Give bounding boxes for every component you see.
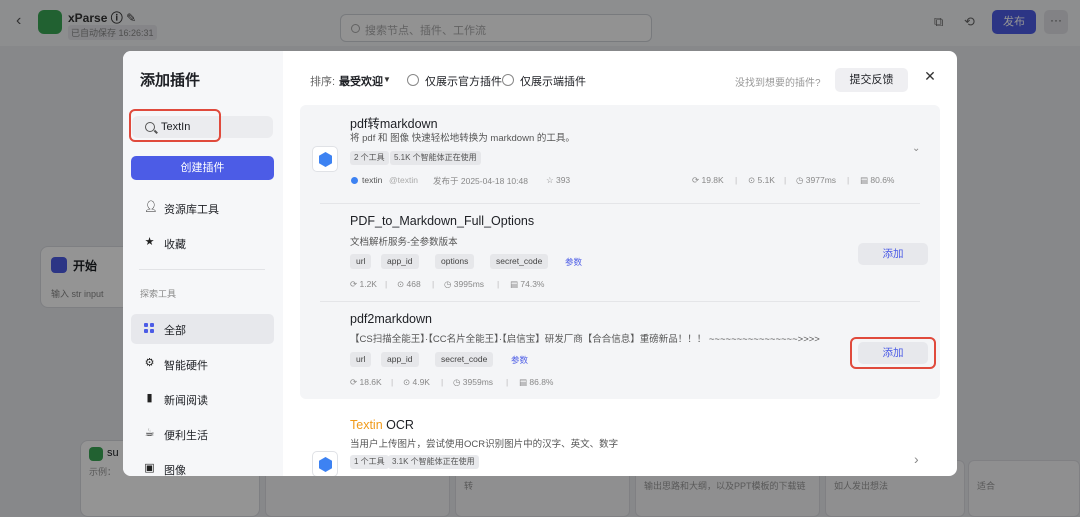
close-icon[interactable]: ✕ [922,68,938,84]
param-tag: url [350,254,372,269]
param-tag: url [350,352,372,367]
usage-tag: 5.1K 个智能体正在使用 [390,151,481,165]
sidebar-item-label: 全部 [164,325,186,337]
stat-separator: | [506,377,509,387]
param-tag: options [435,254,475,269]
official-only-radio[interactable] [407,74,419,86]
add-highlight-box [850,337,936,369]
sidebar-item-image[interactable]: ▣ 图像 [131,454,274,477]
grid-icon [144,323,155,334]
client-only-radio[interactable] [502,74,514,86]
sidebar-item-library[interactable]: 👤︎ 资源库工具 [131,193,274,223]
plugin-row-textin-ocr[interactable]: Textin OCR 当用户上传图片，尝试使用OCR识别图片中的汉字、英文、数字… [300,409,940,476]
official-only-label[interactable]: 仅展示官方插件 [425,73,502,89]
add-plugin-modal: 添加插件 创建插件 👤︎ 资源库工具 ★ 收藏 探索工具 全部 ⚙ 智能硬件 ▮… [123,51,957,476]
user-icon: 👤︎ [144,201,158,213]
feedback-button[interactable]: 提交反馈 [835,68,908,92]
stat-calls: ⟳ 19.8K [692,175,724,185]
stat-success-rate: ▤ 80.6% [860,175,895,185]
stat-latency: ◷ 3977ms [796,175,837,185]
add-button[interactable]: 添加 [858,243,928,265]
client-only-label[interactable]: 仅展示端插件 [520,73,586,89]
modal-main: 排序: 最受欢迎 ▼ 仅展示官方插件 仅展示端插件 没找到想要的插件? 提交反馈… [283,51,957,476]
plugin-row-pdf2markdown[interactable]: pdf2markdown 【CS扫描全能王】·【CC名片全能王】·【启信宝】研发… [300,301,940,399]
stat-success-rate: ▤ 74.3% [510,279,545,289]
plugin-name: pdf2markdown [350,312,432,326]
plugin-results: pdf转markdown 将 pdf 和 图像 快速轻松地转换为 markdow… [300,105,940,476]
param-tag: app_id [381,352,419,367]
stat-separator: | [735,175,738,185]
stat-separator: | [847,175,850,185]
image-icon: ▣ [144,462,155,474]
param-tag: secret_code [435,352,494,367]
plugin-row-pdf-to-markdown-full[interactable]: PDF_to_Markdown_Full_Options 文档解析服务-全参数版… [300,203,940,301]
stat-users: ⊙ 468 [397,279,421,289]
modal-sidebar: 添加插件 创建插件 👤︎ 资源库工具 ★ 收藏 探索工具 全部 ⚙ 智能硬件 ▮… [123,51,283,476]
param-tag: secret_code [490,254,549,269]
sidebar-item-label: 收藏 [164,239,186,251]
caret-down-icon[interactable]: ▼ [383,75,391,84]
plugin-desc: 将 pdf 和 图像 快速轻松地转换为 markdown 的工具。 [350,133,575,144]
create-plugin-button[interactable]: 创建插件 [131,156,274,180]
plugin-logo-icon [312,451,338,476]
stat-separator: | [391,377,394,387]
usage-tag: 3.1K 个智能体正在使用 [388,455,479,469]
stat-separator: | [441,377,444,387]
stat-latency: ◷ 3959ms [453,377,494,387]
sidebar-item-label: 便利生活 [164,430,208,442]
sidebar-item-news[interactable]: ▮ 新闻阅读 [131,384,274,414]
sort-label: 排序: [310,76,336,88]
plugin-desc: 【CS扫描全能王】·【CC名片全能王】·【启信宝】研发厂商【合合信息】重磅新品！… [350,334,820,345]
stat-calls: ⟳ 18.6K [350,377,382,387]
sidebar-divider [139,269,265,270]
star-count[interactable]: ☆ 393 [546,175,570,186]
not-found-text: 没找到想要的插件? [735,78,821,89]
stat-separator: | [784,175,787,185]
modal-title: 添加插件 [140,72,201,89]
stat-calls: ⟳ 1.2K [350,279,377,289]
star-icon: ★ [144,236,155,248]
stat-separator: | [432,279,435,289]
publish-date: 发布于 2025-04-18 10:48 [433,176,528,186]
plugin-logo-icon [312,146,338,172]
params-link[interactable]: 参数 [511,354,528,366]
stat-success-rate: ▤ 86.8% [519,377,554,387]
plugin-name: PDF_to_Markdown_Full_Options [350,214,535,228]
plugin-name: Textin OCR [350,418,414,432]
author-name[interactable]: textin [362,175,382,185]
stat-users: ⊙ 5.1K [748,175,775,185]
stat-separator: | [385,279,388,289]
stat-latency: ◷ 3995ms [444,279,485,289]
stat-users: ⊙ 4.9K [403,377,430,387]
sidebar-item-label: 智能硬件 [164,360,208,372]
sidebar-item-label: 新闻阅读 [164,395,208,407]
sidebar-section-title: 探索工具 [140,289,177,299]
search-highlight-box [129,109,221,142]
params-link[interactable]: 参数 [565,256,582,268]
plugin-desc: 当用户上传图片，尝试使用OCR识别图片中的汉字、英文、数字 [350,439,619,450]
sidebar-item-label: 图像 [164,465,186,476]
sort-dropdown[interactable]: 最受欢迎 [339,73,383,89]
plugin-row-pdf-to-markdown[interactable]: pdf转markdown 将 pdf 和 图像 快速轻松地转换为 markdow… [300,105,940,203]
tool-count-tag: 1 个工具 [350,455,389,469]
sidebar-item-label: 资源库工具 [164,204,219,216]
tool-count-tag: 2 个工具 [350,151,389,165]
chip-icon: ⚙ [144,357,155,369]
sidebar-item-favorites[interactable]: ★ 收藏 [131,228,274,258]
sidebar-item-life[interactable]: ☕︎ 便利生活 [131,419,274,449]
chevron-down-icon[interactable]: ⌄ [912,143,920,154]
cup-icon: ☕︎ [144,427,155,439]
stat-separator: | [497,279,500,289]
chevron-right-icon[interactable]: › [914,451,919,467]
sidebar-item-all[interactable]: 全部 [131,314,274,344]
param-tag: app_id [381,254,419,269]
author-avatar [351,177,358,184]
author-handle: @textin [389,175,418,185]
book-icon: ▮ [146,392,153,404]
sidebar-item-hardware[interactable]: ⚙ 智能硬件 [131,349,274,379]
plugin-desc: 文档解析服务-全参数版本 [350,237,458,248]
